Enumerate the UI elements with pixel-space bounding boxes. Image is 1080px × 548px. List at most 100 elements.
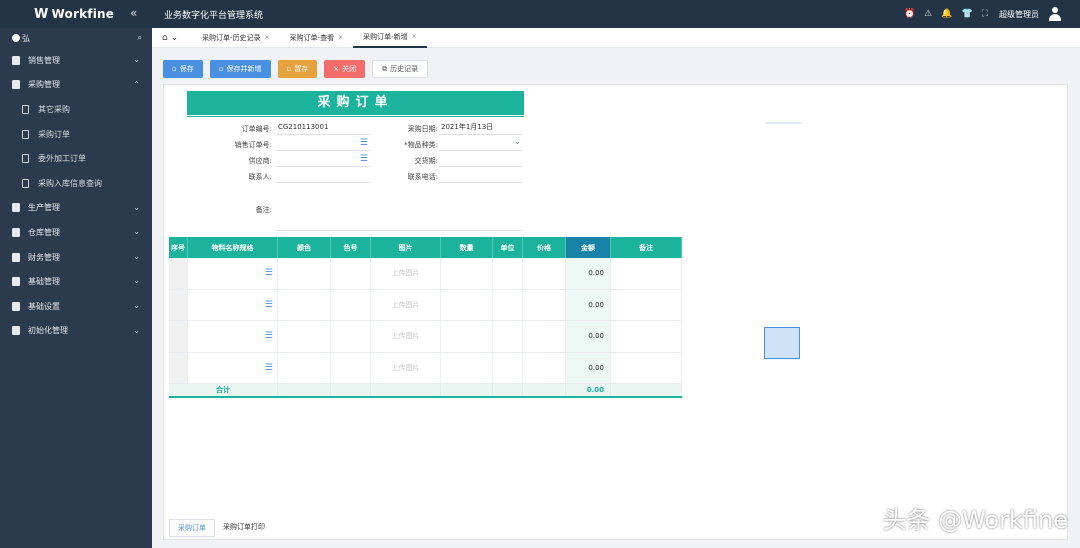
grid-cell-color-no[interactable]	[331, 289, 371, 320]
brand-name: Workfine	[51, 7, 115, 21]
bell-icon[interactable]: 🔔	[941, 9, 952, 19]
sales-order-input[interactable]: ☰	[276, 137, 370, 151]
close-icon[interactable]: ×	[265, 34, 270, 41]
close-icon: ×	[333, 65, 340, 73]
grid-cell-remark[interactable]	[611, 352, 682, 383]
close-icon[interactable]: ×	[412, 33, 417, 40]
grid-cell-qty[interactable]	[441, 352, 493, 383]
grid-cell-price[interactable]	[523, 352, 566, 383]
upload-image-button[interactable]: 上传图片	[371, 321, 441, 352]
save-button[interactable]: ▫ 保存	[163, 60, 203, 78]
grid-cell-unit[interactable]	[493, 352, 523, 383]
upload-image-button[interactable]: 上传图片	[371, 352, 441, 383]
grid-cell-color[interactable]	[278, 289, 331, 320]
item-type-select[interactable]: ⌄	[439, 137, 523, 151]
grid-cell-color[interactable]	[278, 352, 331, 383]
warning-icon[interactable]: ⚠	[924, 9, 932, 19]
upload-image-button[interactable]: 上传图片	[371, 258, 441, 289]
sidebar-item-production[interactable]: 生产管理 ⌄	[0, 196, 152, 221]
grid-cell-unit[interactable]	[493, 289, 523, 320]
grid-cell-unit[interactable]	[493, 258, 523, 289]
table-row[interactable]: ☰ 上传图片 0.00	[169, 321, 682, 353]
system-title: 业务数字化平台管理系统	[164, 10, 264, 21]
sidebar-item-purchase[interactable]: 采购管理 ⌃	[0, 73, 152, 98]
save-and-new-button[interactable]: ▫ 保存并新增	[209, 60, 271, 78]
grid-cell-color-no[interactable]	[331, 258, 371, 289]
bottom-tab-order[interactable]: 采购订单	[169, 519, 215, 537]
list-icon[interactable]: ☰	[265, 300, 273, 310]
table-row[interactable]: ☰ 上传图片 0.00	[169, 289, 682, 321]
sidebar-item-initialization[interactable]: 初始化管理 ⌄	[0, 319, 152, 344]
sidebar-item-label: 采购管理	[28, 80, 60, 90]
grid-cell-material[interactable]: ☰	[188, 352, 278, 383]
list-icon[interactable]: ☰	[265, 268, 273, 278]
fullscreen-icon[interactable]: ⛶	[982, 9, 988, 19]
sidebar-subitem-purchase-order[interactable]: 采购订单	[0, 122, 152, 147]
grid-cell-remark[interactable]	[611, 289, 682, 320]
close-button[interactable]: × 关闭	[324, 60, 366, 78]
grid-cell-material[interactable]: ☰	[188, 289, 278, 320]
grid-cell-unit[interactable]	[493, 321, 523, 352]
list-icon[interactable]: ☰	[360, 137, 368, 149]
grid-cell-price[interactable]	[523, 321, 566, 352]
tab-view[interactable]: 采购订单-查看 ×	[280, 28, 354, 48]
grid-header-image: 图片	[371, 237, 441, 258]
phone-label: 联系电话:	[407, 173, 438, 181]
sidebar-item-finance[interactable]: 财务管理 ⌄	[0, 245, 152, 270]
grid-cell-qty[interactable]	[441, 258, 493, 289]
grid-cell-price[interactable]	[523, 289, 566, 320]
grid-cell-price[interactable]	[523, 258, 566, 289]
grid-header-unit: 单位	[493, 237, 523, 258]
grid-cell-color[interactable]	[278, 321, 331, 352]
upload-image-button[interactable]: 上传图片	[371, 289, 441, 320]
contact-input[interactable]	[276, 169, 370, 183]
sidebar-subitem-other-purchase[interactable]: 其它采购	[0, 97, 152, 122]
grid-cell-material[interactable]: ☰	[188, 321, 278, 352]
draft-button[interactable]: ▫ 暂存	[277, 60, 318, 78]
history-button[interactable]: ⧉ 历史记录	[372, 60, 429, 78]
sidebar-subitem-outsource-order[interactable]: 委外加工订单	[0, 146, 152, 171]
sidebar-subitem-inbound-query[interactable]: 采购入库信息查询	[0, 171, 152, 196]
grid-cell-remark[interactable]	[611, 321, 682, 352]
list-icon[interactable]: ☰	[360, 153, 368, 165]
table-row[interactable]: ☰ 上传图片 0.00	[169, 258, 682, 290]
delivery-input[interactable]	[439, 153, 523, 167]
item-type-label: *物品种类:	[404, 141, 438, 149]
supplier-input[interactable]: ☰	[276, 153, 370, 167]
grid-cell-color-no[interactable]	[331, 352, 371, 383]
grid-cell-material[interactable]: ☰	[188, 258, 278, 289]
tab-history[interactable]: 采购订单-历史记录 ×	[192, 28, 280, 48]
list-icon[interactable]: ☰	[265, 331, 273, 341]
status-dot-icon	[12, 34, 20, 42]
grid-cell-remark[interactable]	[611, 258, 682, 289]
sidebar-item-basic-management[interactable]: 基础管理 ⌄	[0, 269, 152, 294]
search-icon[interactable]: ⌕	[138, 33, 142, 43]
close-icon[interactable]: ×	[338, 34, 343, 41]
shirt-icon[interactable]: 👕	[961, 9, 972, 19]
table-row[interactable]: ☰ 上传图片 0.00	[169, 352, 682, 384]
grid-header-color: 颜色	[278, 237, 331, 258]
alarm-icon[interactable]: ⏰	[904, 9, 915, 19]
purchase-date-field[interactable]: 2021年1月13日	[439, 121, 523, 135]
grid-cell-color[interactable]	[278, 258, 331, 289]
sidebar-item-sales[interactable]: 销售管理 ⌄	[0, 48, 152, 73]
collapse-icon[interactable]: «	[130, 6, 137, 20]
grid-cell-qty[interactable]	[441, 321, 493, 352]
grid-cell-qty[interactable]	[441, 289, 493, 320]
contact-label: 联系人:	[248, 173, 272, 181]
sidebar-item-basic-settings[interactable]: 基础设置 ⌄	[0, 294, 152, 319]
remark-input[interactable]	[276, 217, 522, 231]
user-name[interactable]: 超级管理员	[999, 9, 1039, 20]
list-icon[interactable]: ☰	[265, 363, 273, 373]
home-icon[interactable]: ⌂ ⌄	[162, 33, 192, 43]
sidebar-item-warehouse[interactable]: 仓库管理 ⌄	[0, 220, 152, 245]
avatar-icon[interactable]	[1048, 7, 1062, 21]
order-no-field[interactable]: CG210113001	[276, 121, 370, 135]
folder-icon	[12, 277, 20, 287]
grid-cell-color-no[interactable]	[331, 321, 371, 352]
folder-icon	[12, 326, 20, 336]
phone-input[interactable]	[439, 169, 523, 183]
selection-box[interactable]	[764, 327, 800, 359]
tab-new[interactable]: 采购订单-新增 ×	[353, 28, 427, 48]
bottom-tab-print[interactable]: 采购订单打印	[215, 519, 273, 537]
